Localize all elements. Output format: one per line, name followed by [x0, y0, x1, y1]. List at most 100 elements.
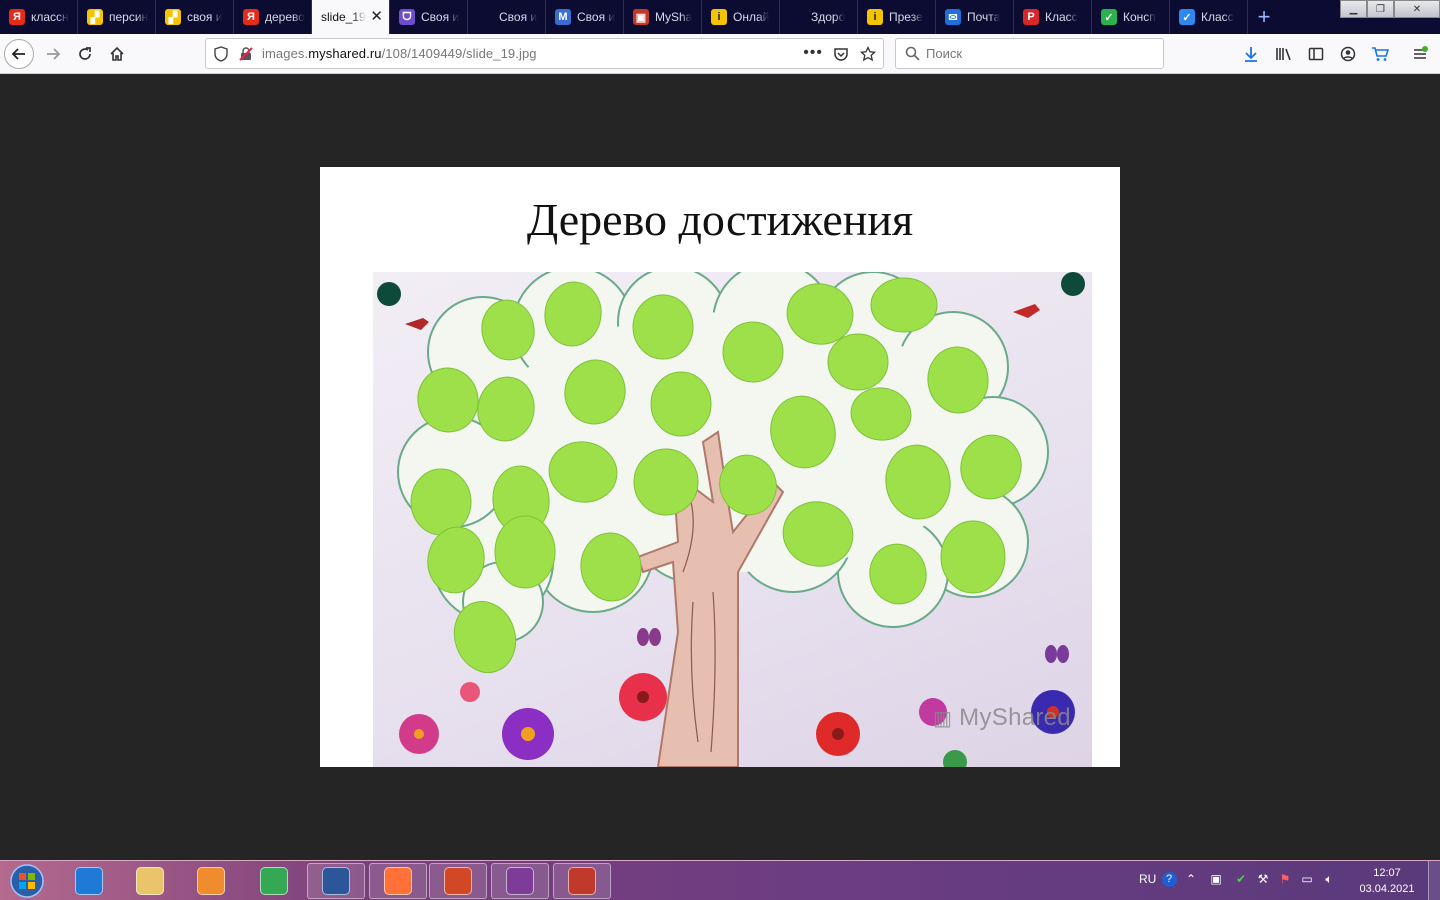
account-icon: [1340, 46, 1356, 62]
browser-tab[interactable]: M Своя и: [546, 0, 624, 34]
presentation-icon: ▥: [933, 708, 953, 730]
chrome-icon: [260, 867, 288, 895]
internet-explorer-icon: [75, 867, 103, 895]
flag-alert-icon[interactable]: ⚑: [1276, 869, 1294, 889]
taskbar-app-button[interactable]: [307, 863, 365, 899]
browser-tab[interactable]: ᗜ Своя и: [390, 0, 468, 34]
media-player-icon: [197, 867, 225, 895]
help-icon[interactable]: ?: [1160, 869, 1178, 889]
search-input[interactable]: [926, 46, 1146, 61]
tab-label: Презе: [889, 10, 923, 24]
taskbar-app-button[interactable]: [553, 863, 611, 899]
system-clock[interactable]: 12:07 03.04.2021: [1350, 865, 1424, 897]
browser-tab[interactable]: P Класс: [1014, 0, 1092, 34]
browser-tab[interactable]: Ядерево: [234, 0, 312, 34]
close-window-button[interactable]: ✕: [1394, 0, 1440, 18]
maximize-button[interactable]: ❐: [1367, 0, 1394, 18]
wave-icon: ᗜ: [399, 9, 415, 25]
browser-tab[interactable]: slide_19 ✕: [312, 0, 390, 34]
arrow-right-icon: [47, 48, 61, 60]
new-tab-button[interactable]: +: [1248, 0, 1280, 34]
tab-label: Своя и: [421, 10, 460, 24]
start-button[interactable]: [4, 863, 50, 899]
address-bar[interactable]: images.myshared.ru/108/1409449/slide_19.…: [205, 38, 884, 69]
network-icon[interactable]: ▭: [1298, 869, 1316, 889]
page-actions-menu-icon[interactable]: •••: [803, 44, 823, 62]
taskbar-app-button[interactable]: [245, 863, 303, 899]
close-tab-icon[interactable]: ✕: [370, 9, 383, 25]
winrar-icon: [506, 867, 534, 895]
browser-tab[interactable]: ▞ своя и: [156, 0, 234, 34]
browser-tab[interactable]: ✓ Класс: [1170, 0, 1248, 34]
system-tray: ? ⌃ ▣ ✔ ⚒ ⚑ ▭ 🔈︎: [1160, 869, 1338, 889]
reload-button[interactable]: [70, 39, 100, 69]
myshared-icon: ▣: [633, 9, 649, 25]
tab-label: slide_19: [321, 10, 366, 24]
browser-tab[interactable]: ✉ Почта: [936, 0, 1014, 34]
browser-tab[interactable]: ▣ MySha: [624, 0, 702, 34]
volume-icon[interactable]: 🔈︎: [1320, 869, 1338, 889]
network-tool-icon[interactable]: ⚒: [1254, 869, 1272, 889]
clock-time: 12:07: [1373, 867, 1401, 879]
browser-tab[interactable]: ▞ персин: [78, 0, 156, 34]
browser-tab[interactable]: Яклассн: [0, 0, 78, 34]
taskbar-app-button[interactable]: [429, 863, 487, 899]
yandex-icon: Я: [9, 9, 25, 25]
tree-photo: ▥ MyShared: [373, 272, 1092, 767]
search-icon: [905, 46, 920, 61]
home-icon: [110, 46, 124, 61]
insecure-lock-icon[interactable]: [238, 46, 254, 62]
minimize-button[interactable]: ▁: [1340, 0, 1367, 18]
tab-label: Своя и: [577, 10, 616, 24]
security-check-icon[interactable]: ✔: [1232, 869, 1250, 889]
bird: [1013, 304, 1040, 318]
show-desktop-button[interactable]: [1428, 861, 1440, 900]
taskbar-app-button[interactable]: [121, 863, 179, 899]
bird: [405, 318, 429, 330]
p-icon: P: [1023, 9, 1039, 25]
image-search-icon: ▞: [87, 9, 103, 25]
library-button[interactable]: [1269, 39, 1299, 69]
browser-tab[interactable]: i Презе: [858, 0, 936, 34]
home-button[interactable]: [102, 39, 132, 69]
tray-app-icon[interactable]: ▣: [1204, 869, 1228, 889]
taskbar-app-button[interactable]: [182, 863, 240, 899]
url-text[interactable]: images.myshared.ru/108/1409449/slide_19.…: [262, 46, 537, 61]
reload-icon: [79, 47, 91, 60]
arrow-left-icon: [11, 48, 25, 60]
file-explorer-icon: [136, 867, 164, 895]
main-menu-button[interactable]: [1405, 39, 1435, 69]
downloads-button[interactable]: [1236, 39, 1266, 69]
watermark-text: MyShared: [959, 704, 1071, 731]
m-icon: M: [555, 9, 571, 25]
browser-tab[interactable]: Своя и: [468, 0, 546, 34]
taskbar-app-button[interactable]: [369, 863, 427, 899]
bookmark-star-icon[interactable]: [860, 46, 876, 62]
browser-tab[interactable]: i Онлай: [702, 0, 780, 34]
firefox-icon: [384, 867, 412, 895]
search-bar[interactable]: [895, 38, 1164, 69]
account-button[interactable]: [1333, 39, 1363, 69]
browser-tab[interactable]: ✓ Консп: [1092, 0, 1170, 34]
taskbar-app-button[interactable]: [60, 863, 118, 899]
pocket-icon[interactable]: [833, 46, 849, 62]
tray-expand-icon[interactable]: ⌃: [1182, 869, 1200, 889]
back-button[interactable]: [4, 39, 34, 69]
check-blue-icon: ✓: [1179, 9, 1195, 25]
language-indicator[interactable]: RU: [1139, 872, 1156, 886]
cart-button[interactable]: [1365, 39, 1395, 69]
tab-label: персин: [109, 10, 149, 24]
shield-icon[interactable]: [214, 45, 228, 62]
taskbar-app-button[interactable]: [491, 863, 549, 899]
butterfly: [637, 628, 661, 646]
forward-button[interactable]: [38, 39, 68, 69]
sidebar-button[interactable]: [1301, 39, 1331, 69]
slide-image[interactable]: Дерево достижения ▥ MyShared: [320, 167, 1120, 767]
tab-label: классн: [31, 10, 69, 24]
check-icon: ✓: [1101, 9, 1117, 25]
powerpoint-icon: [444, 867, 472, 895]
window-controls: ▁ ❐ ✕: [1340, 0, 1440, 18]
tab-strip: Яклассн ▞ персин ▞ своя и Ядерево slide_19 ✕ ᗜ Св…: [0, 0, 1440, 34]
browser-tab[interactable]: Здоро: [780, 0, 858, 34]
hamburger-menu-icon: [1414, 46, 1428, 59]
